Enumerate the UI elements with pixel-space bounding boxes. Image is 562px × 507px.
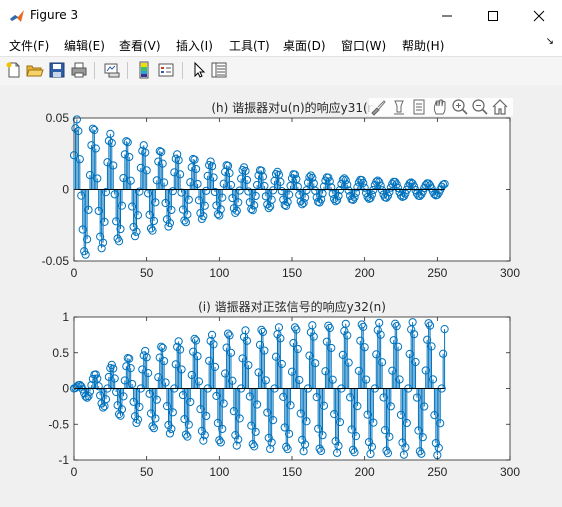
menu-file[interactable]: 文件(F) (9, 37, 49, 54)
x-tick-label: 50 (140, 465, 154, 479)
minimize-icon (442, 15, 452, 17)
y-tick-label: 0 (62, 183, 69, 197)
menu-desktop[interactable]: 桌面(D) (283, 37, 326, 54)
y-tick-label: 0.05 (46, 111, 70, 125)
link-plot-icon[interactable] (103, 61, 121, 79)
y-tick-label: -0.5 (48, 417, 69, 431)
menu-tools[interactable]: 工具(T) (229, 37, 270, 54)
y-tick-label: -1 (58, 453, 69, 467)
x-tick-label: 250 (427, 266, 447, 280)
data-tips-icon[interactable] (390, 98, 408, 116)
y-tick-label: 0 (62, 382, 69, 396)
x-tick-label: 150 (282, 266, 302, 280)
close-icon (533, 10, 545, 22)
x-tick-label: 0 (71, 465, 78, 479)
matlab-logo-icon (10, 10, 24, 22)
figure-toolbar (0, 56, 562, 86)
toolbar-separator (94, 62, 95, 79)
close-button[interactable] (516, 0, 562, 32)
maximize-icon (488, 11, 498, 21)
minimize-button[interactable] (424, 0, 470, 32)
window-title: Figure 3 (30, 8, 79, 22)
menu-window[interactable]: 窗口(W) (341, 37, 386, 54)
legend-icon[interactable] (157, 61, 175, 79)
title-bar: Figure 3 (0, 0, 562, 32)
maximize-button[interactable] (470, 0, 516, 32)
menu-view[interactable]: 查看(V) (119, 37, 161, 54)
x-tick-label: 100 (209, 266, 229, 280)
axes-top[interactable]: 0 50 100 150 200 250 300-0.0500.05 (h) 谐振器对u(n… (42, 100, 521, 280)
zoom-out-icon[interactable] (471, 98, 489, 116)
home-icon[interactable] (491, 98, 509, 116)
menu-insert[interactable]: 插入(I) (176, 37, 213, 54)
x-tick-label: 0 (71, 266, 78, 280)
toolbar-separator (182, 62, 183, 79)
axes-top-title: (h) 谐振器对u(n)的响应y31(r (211, 100, 372, 115)
y-tick-label: -0.05 (42, 254, 70, 268)
x-tick-label: 50 (140, 266, 154, 280)
toolbar-separator (127, 62, 128, 79)
x-tick-label: 200 (355, 465, 375, 479)
x-tick-label: 300 (500, 266, 520, 280)
new-figure-icon[interactable] (5, 61, 23, 79)
x-tick-label: 200 (355, 266, 375, 280)
property-inspector-icon[interactable] (210, 61, 228, 79)
x-tick-label: 250 (427, 465, 447, 479)
y-tick-label: 0.5 (52, 346, 69, 360)
x-tick-label: 300 (500, 465, 520, 479)
figure-canvas: 0 50 100 150 200 250 300-0.0500.05 (h) 谐振器对u(n… (0, 85, 562, 507)
x-tick-label: 150 (282, 465, 302, 479)
menu-help[interactable]: 帮助(H) (402, 37, 444, 54)
menu-edit[interactable]: 编辑(E) (64, 37, 105, 54)
open-file-icon[interactable] (26, 61, 44, 79)
brush-icon[interactable] (369, 98, 387, 116)
zoom-in-icon[interactable] (451, 98, 469, 116)
save-icon[interactable] (48, 61, 66, 79)
y-tick-label: 1 (62, 310, 69, 324)
pan-restore-icon[interactable] (410, 98, 428, 116)
menu-dock-arrow-icon[interactable]: ↘ (546, 36, 554, 47)
print-icon[interactable] (70, 61, 88, 79)
axes-bottom[interactable]: 0 50 100 150 200 250 300 -1 -0.5 0 0.5 1 (i) 谐振器对正弦… (48, 299, 520, 479)
colorbar-icon[interactable] (135, 61, 153, 79)
menu-bar: 文件(F) 编辑(E) 查看(V) 插入(I) 工具(T) 桌面(D) 窗口(W… (0, 32, 562, 56)
pan-icon[interactable] (431, 98, 449, 116)
x-tick-label: 100 (209, 465, 229, 479)
axes-bottom-title: (i) 谐振器对正弦信号的响应y32(n) (198, 299, 386, 314)
pointer-icon[interactable] (190, 61, 208, 79)
